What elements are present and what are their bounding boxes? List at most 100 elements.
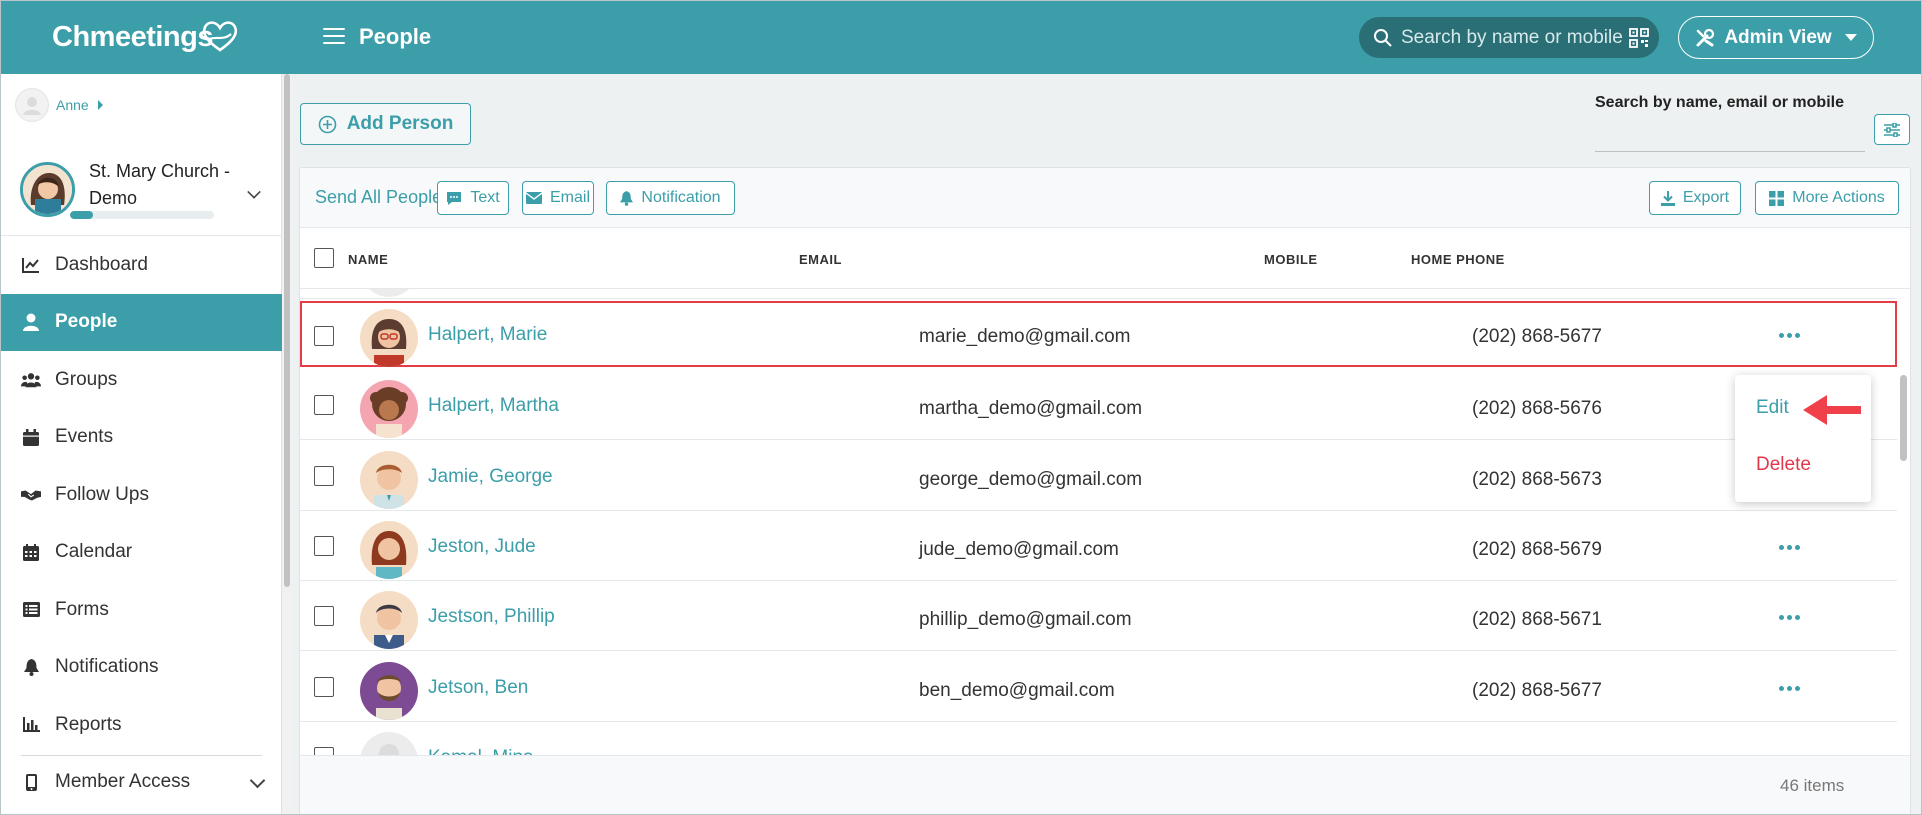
column-header-mobile[interactable]: MOBILE <box>1264 252 1318 267</box>
chevron-down-icon[interactable] <box>247 185 261 199</box>
sidebar-item-label: Forms <box>55 598 109 620</box>
table-row[interactable] <box>300 289 1897 299</box>
caret-right-icon <box>97 100 103 110</box>
person-name-link[interactable]: Halpert, Martha <box>428 395 559 417</box>
column-header-name[interactable]: NAME <box>348 252 388 267</box>
more-actions-button[interactable]: More Actions <box>1755 181 1899 215</box>
app-logo[interactable]: Chmeetings <box>52 21 213 54</box>
person-mobile: (202) 868-5676 <box>1472 398 1602 419</box>
row-checkbox[interactable] <box>314 747 334 755</box>
send-text-label: Text <box>470 189 500 206</box>
top-search-bar <box>1359 17 1659 58</box>
church-progress-fill <box>70 211 94 219</box>
table-row[interactable]: Jamie, George george_demo@gmail.com (202… <box>300 441 1897 511</box>
filter-settings-button[interactable] <box>1874 114 1910 145</box>
row-actions-button[interactable] <box>1774 537 1804 557</box>
sidebar-item-label: Reports <box>55 713 122 735</box>
column-header-email[interactable]: EMAIL <box>799 252 842 267</box>
grid-icon <box>1769 190 1785 206</box>
avatar <box>360 289 418 297</box>
chevron-down-icon <box>249 772 266 789</box>
sidebar-scrollbar[interactable] <box>282 74 292 814</box>
items-count: 46 items <box>1780 776 1845 795</box>
edit-menu-item[interactable]: Edit <box>1756 397 1789 419</box>
qr-code-icon[interactable] <box>1629 27 1649 48</box>
sidebar-item-people[interactable]: People <box>1 293 282 351</box>
avatar <box>360 521 418 579</box>
person-mobile: (202) 868-5677 <box>1472 680 1602 701</box>
row-checkbox[interactable] <box>314 536 334 556</box>
person-icon <box>21 312 41 332</box>
row-checkbox[interactable] <box>314 395 334 415</box>
avatar <box>360 662 418 720</box>
table-row[interactable]: Jeston, Jude jude_demo@gmail.com (202) 8… <box>300 511 1897 581</box>
sidebar-separator <box>21 755 262 756</box>
user-menu[interactable]: Anne <box>15 88 103 122</box>
sidebar-item-groups[interactable]: Groups <box>1 351 282 409</box>
sidebar-item-member-access[interactable]: Member Access <box>1 757 282 807</box>
person-name-link[interactable]: Halpert, Marie <box>428 324 547 346</box>
calendar-grid-icon <box>21 542 41 562</box>
chat-icon <box>447 191 462 205</box>
row-checkbox[interactable] <box>314 606 334 626</box>
send-text-button[interactable]: Text <box>437 181 509 215</box>
row-checkbox[interactable] <box>314 466 334 486</box>
select-all-checkbox[interactable] <box>314 248 334 268</box>
sidebar-item-dashboard[interactable]: Dashboard <box>1 236 282 294</box>
person-name-link[interactable]: Jamie, George <box>428 466 553 488</box>
column-header-home-phone[interactable]: HOME PHONE <box>1411 252 1505 267</box>
person-email: george_demo@gmail.com <box>919 469 1143 490</box>
top-search-input[interactable] <box>1401 26 1629 49</box>
row-actions-button[interactable] <box>1774 678 1804 698</box>
row-actions-button[interactable] <box>1774 325 1804 345</box>
admin-view-button[interactable]: Admin View <box>1678 16 1874 59</box>
table-scrollbar-thumb[interactable] <box>1900 375 1907 461</box>
person-mobile: (202) 868-5679 <box>1472 539 1602 560</box>
table-scrollbar[interactable] <box>1897 289 1910 755</box>
sidebar-item-reports[interactable]: Reports <box>1 696 282 754</box>
delete-menu-item[interactable]: Delete <box>1756 454 1811 476</box>
user-avatar <box>15 88 49 122</box>
list-icon <box>21 600 41 620</box>
export-button[interactable]: Export <box>1649 181 1741 215</box>
avatar <box>360 591 418 649</box>
row-checkbox[interactable] <box>314 677 334 697</box>
table-row[interactable]: Jestson, Phillip phillip_demo@gmail.com … <box>300 581 1897 651</box>
chart-line-icon <box>21 255 41 275</box>
person-name-link[interactable]: Jetson, Ben <box>428 677 528 699</box>
caret-down-icon <box>1844 34 1857 41</box>
add-person-button[interactable]: Add Person <box>300 103 471 145</box>
people-table-card: Send All People: Text Email Notification… <box>299 167 1911 814</box>
send-all-label: Send All People: <box>315 187 448 207</box>
church-progress-bar <box>70 211 214 219</box>
person-name-link[interactable]: Kamal, Mina <box>428 747 534 755</box>
sidebar-item-follow-ups[interactable]: Follow Ups <box>1 466 282 524</box>
sidebar-item-events[interactable]: Events <box>1 409 282 467</box>
person-mobile: (202) 868-5673 <box>1472 469 1602 490</box>
table-row[interactable]: Kamal, Mina <box>300 722 1897 755</box>
sidebar-item-forms[interactable]: Forms <box>1 581 282 639</box>
table-row[interactable]: Halpert, Marie marie_demo@gmail.com (202… <box>300 301 1897 367</box>
bell-icon <box>21 657 41 677</box>
sidebar-scrollbar-thumb[interactable] <box>284 74 290 587</box>
sidebar-item-notifications[interactable]: Notifications <box>1 639 282 697</box>
user-name: Anne <box>56 97 89 113</box>
person-name-link[interactable]: Jestson, Phillip <box>428 606 555 628</box>
plus-circle-icon <box>318 115 336 133</box>
send-notification-button[interactable]: Notification <box>606 181 735 215</box>
row-actions-button[interactable] <box>1774 607 1804 627</box>
table-row[interactable]: Jetson, Ben ben_demo@gmail.com (202) 868… <box>300 652 1897 722</box>
table-row[interactable]: Halpert, Martha martha_demo@gmail.com (2… <box>300 370 1897 440</box>
search-input[interactable] <box>1595 114 1865 152</box>
person-email: marie_demo@gmail.com <box>919 326 1131 347</box>
sidebar-item-calendar[interactable]: Calendar <box>1 524 282 582</box>
send-email-button[interactable]: Email <box>522 181 594 215</box>
logo-heart-icon <box>202 21 238 52</box>
person-mobile: (202) 868-5671 <box>1472 609 1602 630</box>
person-email: jude_demo@gmail.com <box>919 539 1119 560</box>
row-checkbox[interactable] <box>314 326 334 346</box>
bar-chart-icon <box>21 715 41 735</box>
hamburger-menu-icon[interactable] <box>323 28 345 46</box>
sidebar-item-label: Events <box>55 426 114 448</box>
person-name-link[interactable]: Jeston, Jude <box>428 536 536 558</box>
